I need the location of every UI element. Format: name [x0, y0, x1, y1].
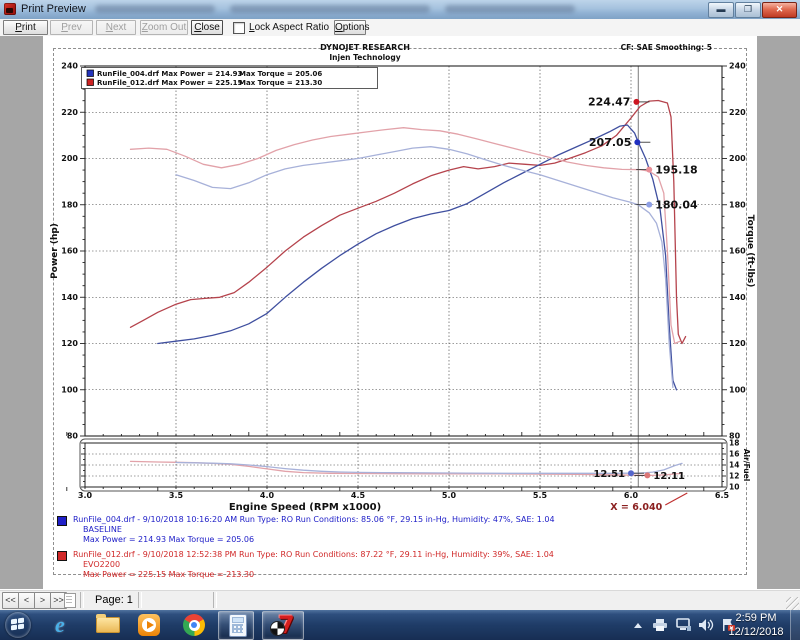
status-bar: << < > >> Page: 1 [0, 589, 800, 611]
page-number-label: Page: 1 [95, 594, 133, 606]
run-color-swatch-blue [57, 516, 67, 526]
restore-button[interactable]: ❐ [735, 2, 761, 18]
taskbar-clock[interactable]: 2:59 PM 12/12/2018 [720, 611, 792, 639]
first-page-button[interactable]: << [2, 592, 19, 609]
resize-grip[interactable] [786, 597, 799, 610]
minimize-button[interactable]: ▬ [708, 2, 734, 18]
print-margin-guide [53, 48, 747, 575]
run-name-label: BASELINE [83, 525, 752, 535]
run-max-values: Max Power = 214.93 Max Torque = 205.06 [83, 535, 752, 545]
redacted-title-text [230, 5, 430, 13]
smoothing-label: CF: SAE Smoothing: 5 [621, 43, 712, 52]
statusbar-divider [213, 592, 217, 608]
windows-taskbar: e 7 2:59 PM 12/12/2018 [0, 610, 800, 640]
tray-expand-icon[interactable] [634, 623, 642, 628]
file-explorer-icon[interactable] [96, 613, 120, 637]
calculator-taskbar-button[interactable] [218, 611, 254, 640]
run-info-entry-evo2200: RunFile_012.drf - 9/10/2018 12:52:38 PM … [48, 550, 752, 580]
window-title: Print Preview [21, 3, 86, 15]
run-detail-line: RunFile_004.drf - 9/10/2018 10:16:20 AM … [73, 515, 752, 525]
lock-aspect-ratio-checkbox[interactable] [233, 22, 245, 34]
options-button[interactable]: Options [334, 20, 366, 35]
winpep-app-icon [4, 3, 16, 15]
chrome-icon[interactable] [182, 613, 206, 637]
statusbar-divider [138, 592, 142, 608]
media-player-icon[interactable] [137, 613, 161, 637]
chart-brand-title: DYNOJET RESEARCH [43, 43, 687, 52]
network-tray-icon[interactable] [676, 618, 692, 637]
title-bar: Print Preview ▬ ❐ ✕ [0, 0, 800, 20]
next-button[interactable]: Next [96, 20, 136, 35]
start-button[interactable] [5, 612, 31, 638]
run-info-entry-baseline: RunFile_004.drf - 9/10/2018 10:16:20 AM … [48, 515, 752, 545]
print-page: DYNOJET RESEARCH Injen Technology CF: SA… [43, 36, 757, 589]
run-max-values: Max Power = 225.15 Max Torque = 213.30 [83, 570, 752, 580]
redacted-title-text [95, 5, 215, 13]
prev-button[interactable]: Prev [50, 20, 93, 35]
internet-explorer-icon[interactable]: e [55, 613, 79, 637]
winpep7-taskbar-button[interactable]: 7 [262, 611, 304, 640]
windows-flag-icon [11, 619, 25, 631]
run-info-block: RunFile_004.drf - 9/10/2018 10:16:20 AM … [48, 515, 752, 585]
close-window-button[interactable]: ✕ [762, 2, 797, 18]
clock-date: 12/12/2018 [720, 625, 792, 639]
prev-page-button[interactable]: < [18, 592, 35, 609]
winpep7-icon: 7 [271, 614, 295, 638]
calculator-icon [229, 614, 247, 637]
chart-subtitle: Injen Technology [43, 53, 687, 62]
statusbar-divider [80, 592, 84, 608]
report-page-icon[interactable] [64, 593, 76, 608]
close-preview-button[interactable]: Close [191, 20, 223, 35]
redacted-title-text [445, 5, 575, 13]
lock-aspect-ratio-label[interactable]: Lock Aspect Ratio [249, 21, 329, 34]
volume-tray-icon[interactable] [698, 618, 714, 637]
preview-area: DYNOJET RESEARCH Injen Technology CF: SA… [0, 36, 800, 589]
print-preview-toolbar: Print Prev Next Zoom Out Close Lock Aspe… [0, 19, 800, 37]
run-name-label: EVO2200 [83, 560, 752, 570]
clock-time: 2:59 PM [720, 611, 792, 625]
next-page-button[interactable]: > [34, 592, 51, 609]
run-detail-line: RunFile_012.drf - 9/10/2018 12:52:38 PM … [73, 550, 752, 560]
run-color-swatch-red [57, 551, 67, 561]
print-button[interactable]: Print [3, 20, 48, 35]
show-desktop-button[interactable] [790, 610, 800, 640]
zoom-out-button[interactable]: Zoom Out [140, 20, 188, 35]
printer-tray-icon[interactable] [652, 618, 668, 637]
